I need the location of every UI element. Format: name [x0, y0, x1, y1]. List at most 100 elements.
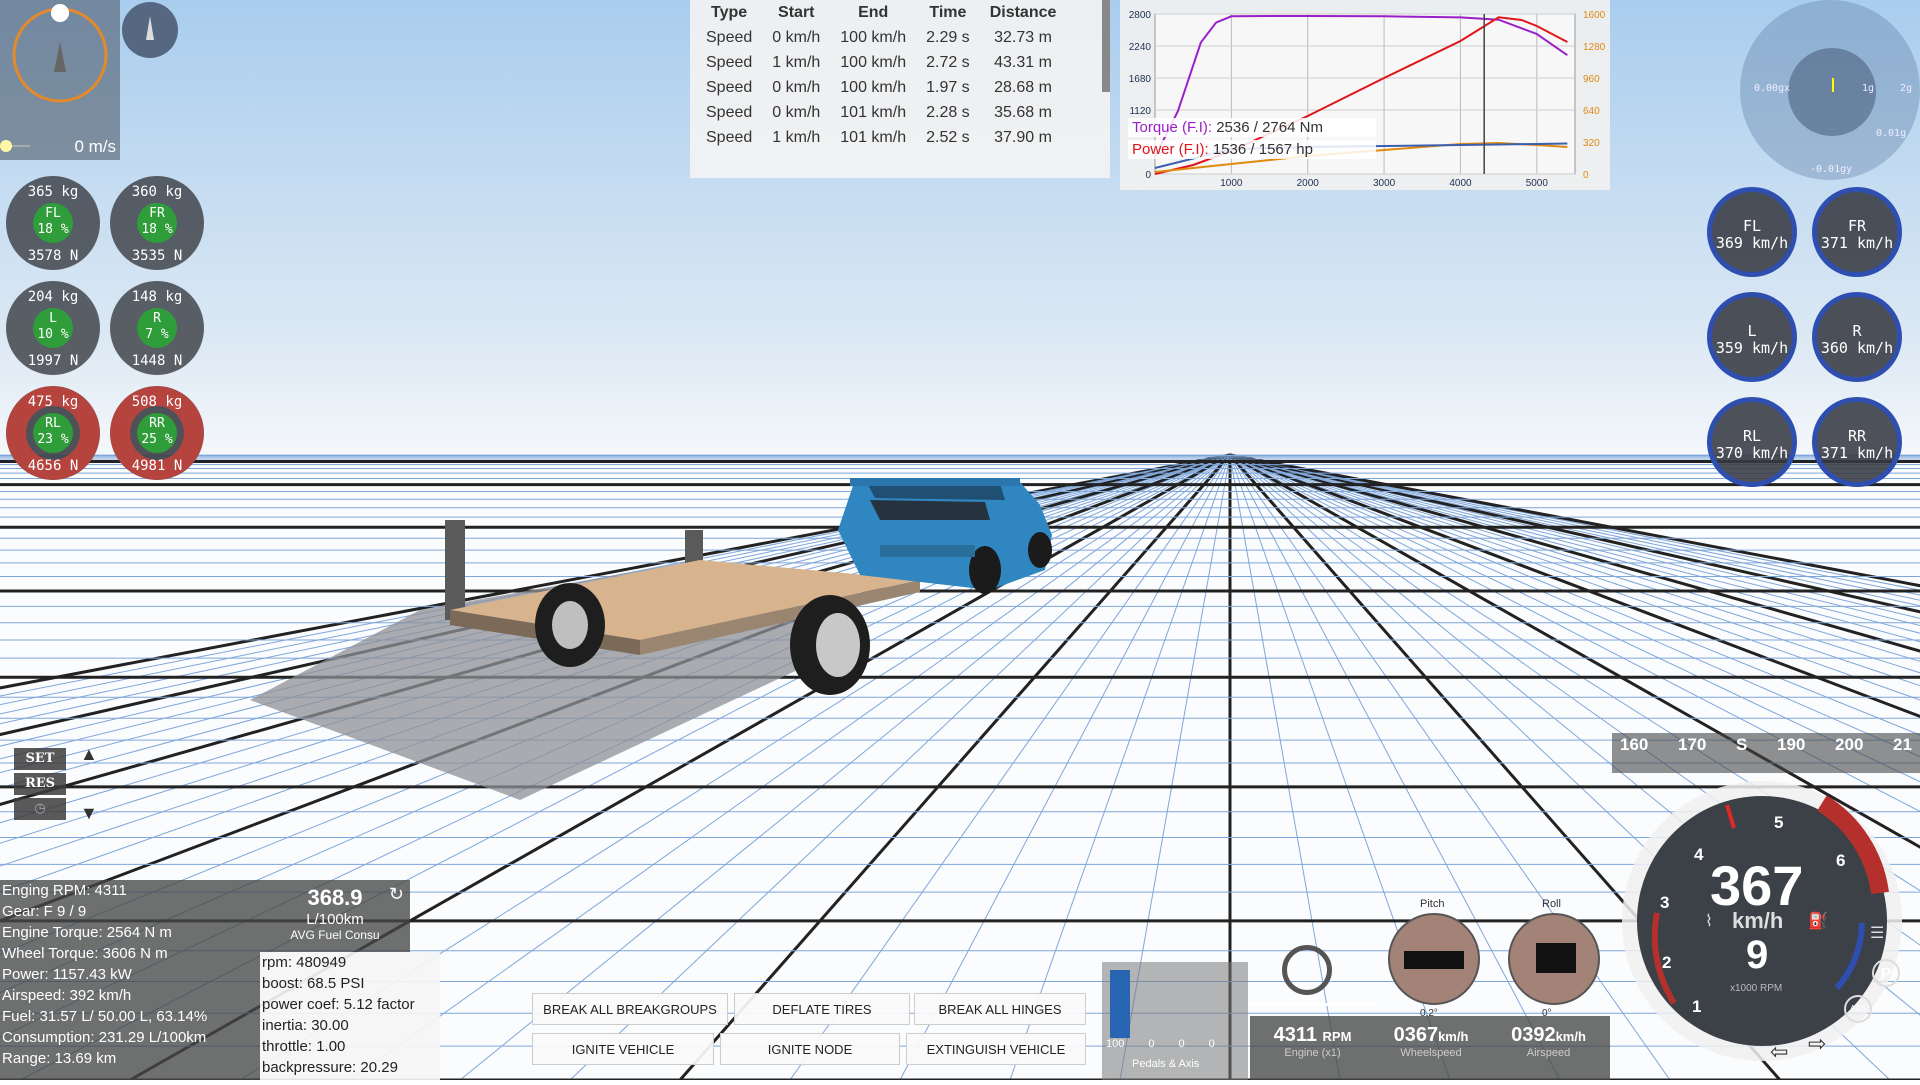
wheelspeed-readout: 0367km/h Wheelspeed — [1375, 1016, 1487, 1080]
timing-cell: 100 km/h — [840, 53, 907, 71]
mini-compass-icon — [122, 2, 178, 58]
ignite-node-button[interactable]: IGNITE NODE — [720, 1033, 900, 1065]
ignite-vehicle-button[interactable]: IGNITE VEHICLE — [532, 1033, 714, 1065]
turn-right-icon: ⇨ — [1808, 1031, 1827, 1056]
torque-legend-value: 2536 / 2764 Nm — [1216, 119, 1323, 136]
table-row: Speed 1 km/h 100 km/h 2.72 s 43.31 m — [696, 50, 1066, 75]
cruise-down-arrow-icon[interactable]: ▼ — [80, 803, 98, 824]
deflate-tires-button[interactable]: DEFLATE TIRES — [734, 993, 910, 1025]
pitch-label: Pitch — [1420, 898, 1445, 910]
engine-inertia: inertia: 30.00 — [262, 1017, 349, 1034]
wheel-load-newtons: 3535 N — [131, 248, 183, 264]
pedals-panel: 100 0 0 0 Pedals & Axis — [1102, 962, 1248, 1080]
truck-side-icon — [1404, 951, 1464, 969]
break-hinges-button[interactable]: BREAK ALL HINGES — [914, 993, 1086, 1025]
timing-header-2: End — [858, 3, 889, 21]
cruise-resume-button[interactable]: RES — [14, 773, 66, 795]
chart-x-tick: 4000 — [1449, 178, 1472, 189]
timing-cell: 0 km/h — [772, 78, 821, 96]
break-breakgroups-button[interactable]: BREAK ALL BREAKGROUPS — [532, 993, 728, 1025]
timing-cell: Speed — [706, 103, 753, 121]
g-force-ring-1g: 1g — [1862, 83, 1875, 94]
reset-icon[interactable]: ↻ — [389, 884, 404, 905]
wheel-load-newtons: 4981 N — [131, 458, 183, 474]
timing-cell: 28.68 m — [994, 78, 1052, 96]
stat-fuel: Fuel: 31.57 L/ 50.00 L, 63.14% — [2, 1008, 208, 1025]
rpm-tick-label: 2 — [1662, 953, 1672, 972]
pedals-caption: Pedals & Axis — [1132, 1058, 1200, 1070]
torque-power-graph: 1000 2000 3000 4000 5000 2800 2240 1680 1120 0 160… — [1120, 0, 1610, 190]
chart-x-tick: 3000 — [1373, 178, 1396, 189]
avg-fuel-widget: 368.9 L/100km AVG Fuel Consu ↻ — [260, 880, 410, 952]
wheel-load-kg: 204 kg — [27, 289, 79, 305]
pitch-value: 0.2° — [1420, 1008, 1438, 1019]
wheel-speed-value: 371 km/h — [1820, 234, 1894, 252]
wheelspeed-value: 0367 — [1393, 1024, 1439, 1046]
turn-left-icon: ⇦ — [1770, 1039, 1789, 1064]
timing-cell: 2.28 s — [926, 103, 970, 121]
table-row: Speed 1 km/h 101 km/h 2.52 s 37.90 m — [696, 125, 1066, 150]
engine-boost: boost: 68.5 PSI — [262, 975, 365, 992]
torque-power-chart: 1000 2000 3000 4000 5000 2800 2240 1680 1120 0 160… — [1129, 10, 1606, 189]
heading-tape: 160 170 S 190 200 21 — [1612, 733, 1920, 773]
airspeed-readout: 0392km/h Airspeed — [1487, 1016, 1610, 1080]
wheel-load-pct: R7 % — [137, 308, 177, 348]
engine-rpm: rpm: 480949 — [262, 954, 347, 971]
timing-cell: Speed — [706, 78, 753, 96]
wheel-speed-value: 371 km/h — [1820, 444, 1894, 462]
g-force-x: 0.00gx — [1754, 83, 1791, 94]
chart-x-tick: 1000 — [1220, 178, 1243, 189]
timing-cell: 32.73 m — [994, 28, 1052, 46]
wheel-load-gauge-r: 148 kg R 7 % 1448 N — [110, 281, 204, 375]
torque-legend: Torque (F.I): 2536 / 2764 Nm — [1128, 118, 1376, 137]
wheel-speed-value: 369 km/h — [1715, 234, 1789, 252]
cruise-set-button[interactable]: SET — [14, 748, 66, 770]
power-legend-value: 1536 / 1567 hp — [1212, 141, 1313, 158]
airspeed-caption: Airspeed — [1526, 1047, 1571, 1059]
timing-cell: Speed — [706, 53, 753, 71]
avg-fuel-unit: L/100km — [306, 911, 364, 928]
table-row: Speed 0 km/h 100 km/h 2.29 s 32.73 m — [696, 25, 1066, 50]
wheel-speed-gauge-fl: FL 369 km/h — [1707, 187, 1797, 277]
timing-cell: 2.72 s — [926, 53, 970, 71]
chart-x-tick: 5000 — [1526, 178, 1549, 189]
timing-cell: 1.97 s — [926, 78, 970, 96]
roll-label: Roll — [1542, 898, 1561, 910]
power-legend: Power (F.I): 1536 / 1567 hp — [1128, 140, 1376, 159]
wheel-speed-label: R — [1852, 322, 1862, 340]
wheel-load-gauge-l: 204 kg L 10 % 1997 N — [6, 281, 100, 375]
table-row: Speed 0 km/h 100 km/h 1.97 s 28.68 m — [696, 75, 1066, 100]
steering-wheel-icon — [1282, 945, 1332, 995]
timing-cell: 1 km/h — [772, 53, 821, 71]
avg-fuel-caption: AVG Fuel Consu — [290, 928, 380, 942]
wheel-load-kg: 508 kg — [131, 394, 183, 410]
velocity-readout: 0 m/s — [74, 137, 116, 156]
stat-gear: Gear: F 9 / 9 — [2, 903, 87, 920]
g-force-z: 0.01g — [1876, 128, 1907, 139]
chart-x-tick: 2000 — [1297, 178, 1320, 189]
engine-backpressure: backpressure: 20.29 — [262, 1059, 398, 1076]
cruise-timer-icon[interactable]: ◷ — [14, 798, 66, 820]
chart-y-right-tick: 0 — [1583, 170, 1589, 181]
engine-debug-panel: rpm: 480949 boost: 68.5 PSI power coef: … — [260, 952, 440, 1080]
wheel-speed-gauge-rl: RL 370 km/h — [1707, 397, 1797, 487]
throttle-bar — [1110, 970, 1130, 1038]
roll-value: 0° — [1542, 1008, 1552, 1019]
chart-y-right-tick: 1280 — [1583, 42, 1606, 53]
chart-y-right-tick: 960 — [1583, 74, 1600, 85]
cruise-up-arrow-icon[interactable]: ▲ — [80, 744, 98, 765]
wheel-load-newtons: 4656 N — [27, 458, 79, 474]
stat-consumption: Consumption: 231.29 L/100km — [2, 1029, 207, 1046]
compass-icon — [0, 4, 108, 152]
wheel-load-newtons: 1448 N — [131, 353, 183, 369]
extinguish-vehicle-button[interactable]: EXTINGUISH VEHICLE — [906, 1033, 1086, 1065]
wheel-speed-value: 359 km/h — [1715, 339, 1789, 357]
pedal-value: 0 — [1148, 1038, 1155, 1050]
timing-scrollbar[interactable] — [1102, 0, 1110, 92]
wheel-speed-value: 370 km/h — [1715, 444, 1789, 462]
timing-cell: 100 km/h — [840, 28, 907, 46]
timing-cell: 1 km/h — [772, 128, 821, 146]
heading-tape-label: 170 — [1678, 735, 1707, 754]
g-force-y: -0.01gy — [1810, 164, 1853, 175]
stat-range: Range: 13.69 km — [2, 1050, 117, 1067]
